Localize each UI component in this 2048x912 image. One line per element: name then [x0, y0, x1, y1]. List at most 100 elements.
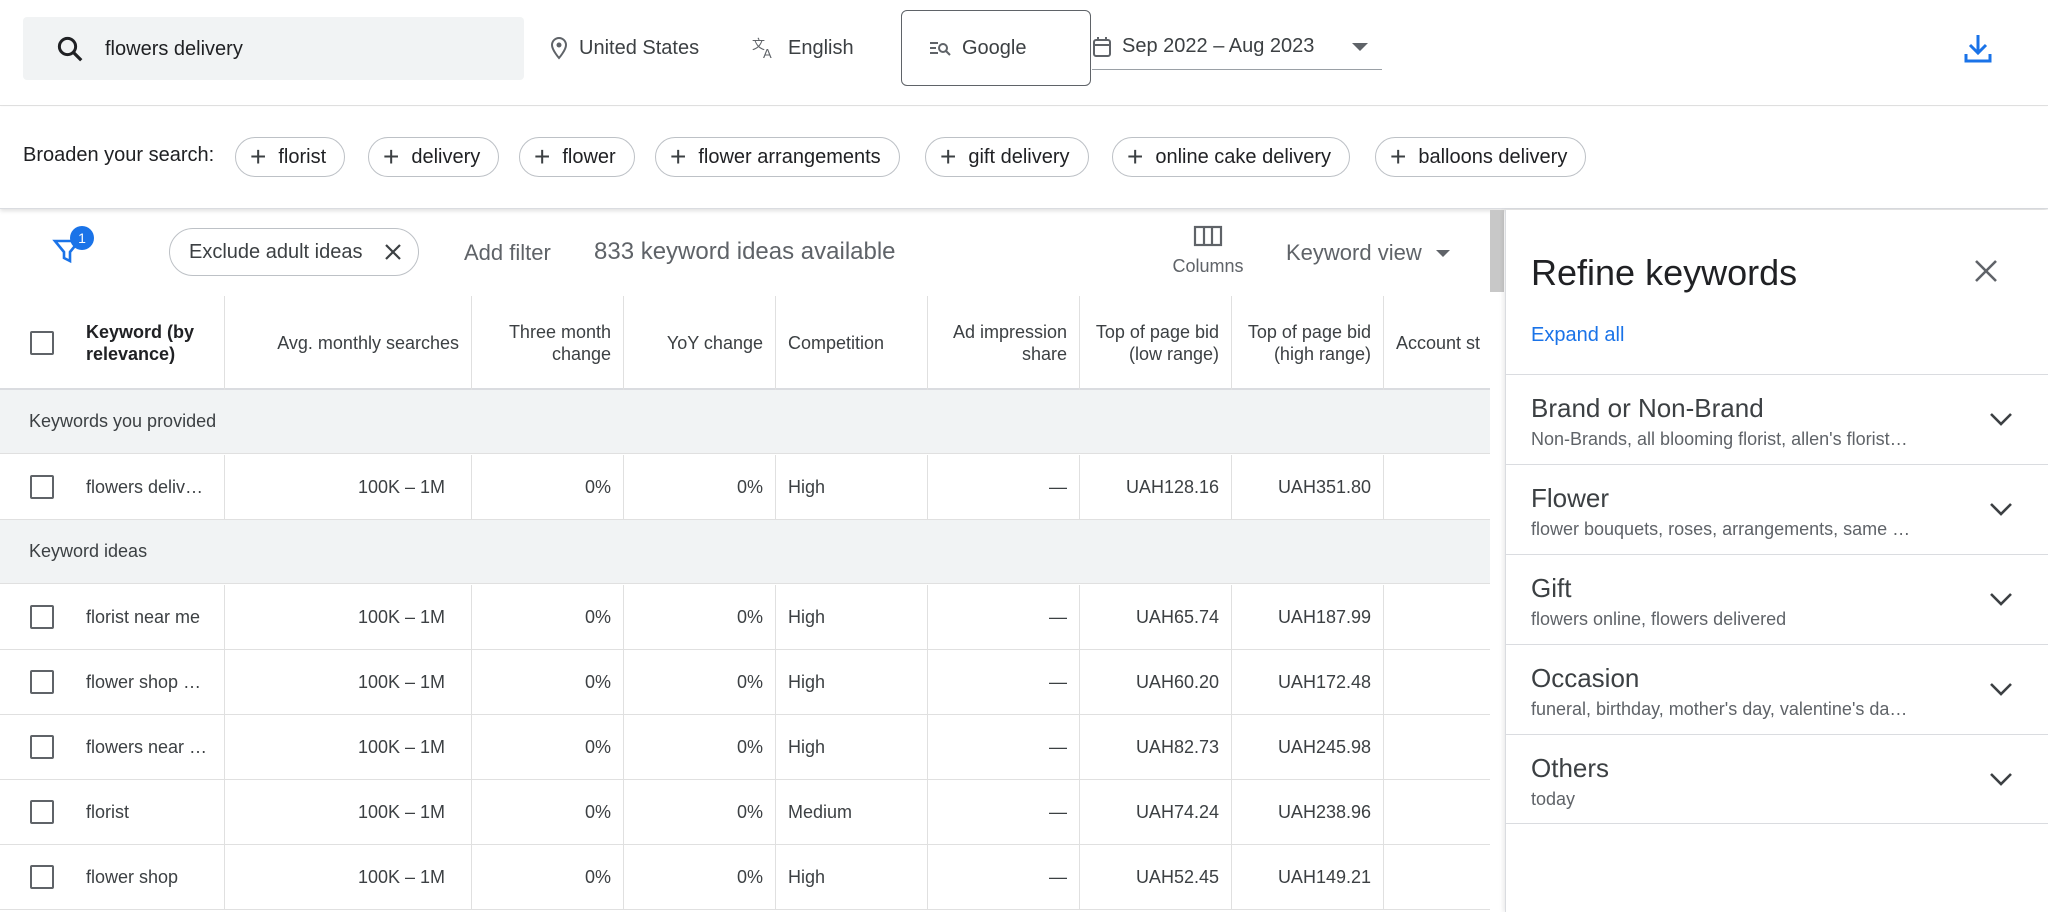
bid-high-cell: UAH149.21 — [1232, 845, 1384, 910]
refine-item-others[interactable]: Others today — [1506, 734, 2048, 824]
row-checkbox[interactable] — [30, 475, 54, 499]
table-row[interactable]: flowers near … 100K – 1M 0% 0% High — UA… — [0, 715, 1490, 780]
broaden-chip[interactable]: + flower — [519, 137, 635, 177]
add-filter-button[interactable]: Add filter — [464, 240, 551, 266]
keyword-cell: flowers near … — [74, 715, 225, 780]
keyword-view-selector[interactable]: Keyword view — [1286, 240, 1450, 266]
avg-cell: 100K – 1M — [225, 715, 472, 780]
row-checkbox[interactable] — [30, 800, 54, 824]
col-three-month[interactable]: Three month change — [472, 296, 624, 390]
keywords-table: Keyword (by relevance) Avg. monthly sear… — [0, 296, 1490, 912]
broaden-chip[interactable]: + flower arrangements — [655, 137, 900, 177]
competition-cell: High — [776, 455, 928, 520]
plus-icon: + — [383, 141, 400, 172]
three-month-cell: 0% — [472, 845, 624, 910]
competition-cell: High — [776, 715, 928, 780]
refine-item-occasion[interactable]: Occasion funeral, birthday, mother's day… — [1506, 644, 2048, 734]
bid-high-cell: UAH238.96 — [1232, 780, 1384, 845]
search-icon — [57, 36, 83, 62]
refine-item-desc: Non-Brands, all blooming florist, allen'… — [1531, 429, 1908, 449]
bid-high-cell: UAH172.48 — [1232, 650, 1384, 715]
row-checkbox[interactable] — [30, 865, 54, 889]
refine-item-desc: flowers online, flowers delivered — [1531, 609, 1787, 629]
search-box[interactable] — [23, 17, 524, 80]
row-checkbox[interactable] — [30, 735, 54, 759]
broaden-chip[interactable]: + balloons delivery — [1375, 137, 1587, 177]
bid-low-cell: UAH52.45 — [1080, 845, 1232, 910]
select-all-checkbox[interactable] — [30, 331, 54, 355]
refine-item-desc: today — [1531, 789, 1576, 809]
keyword-cell: flower shop … — [74, 650, 225, 715]
search-input[interactable] — [105, 31, 505, 67]
refine-item-name: Gift — [1531, 573, 1572, 603]
broaden-label: Broaden your search: — [23, 144, 215, 166]
table-row[interactable]: flower shop 100K – 1M 0% 0% High — UAH52… — [0, 845, 1490, 910]
keyword-cell: flowers deliv… — [74, 455, 225, 520]
keyword-cell: florist — [74, 780, 225, 845]
table-scrollbar[interactable] — [1490, 210, 1504, 292]
bid-low-cell: UAH82.73 — [1080, 715, 1232, 780]
expand-all-link[interactable]: Expand all — [1531, 324, 1624, 347]
refine-keywords-panel: Refine keywords Expand all Brand or Non-… — [1505, 210, 2048, 912]
language-label: English — [788, 36, 854, 59]
ad-share-cell: — — [928, 845, 1080, 910]
bid-high-cell: UAH187.99 — [1232, 585, 1384, 650]
filter-count-badge: 1 — [70, 226, 94, 250]
col-bid-low[interactable]: Top of page bid (low range) — [1080, 296, 1232, 390]
col-competition[interactable]: Competition — [776, 296, 928, 390]
row-checkbox[interactable] — [30, 670, 54, 694]
network-selector[interactable]: Google — [901, 10, 1091, 86]
refine-item-flower[interactable]: Flower flower bouquets, roses, arrangeme… — [1506, 464, 2048, 554]
yoy-cell: 0% — [624, 455, 776, 520]
top-bar: United States 文A English Google Sep 2022… — [0, 0, 2048, 106]
group-header-ideas: Keyword ideas — [0, 520, 1490, 584]
col-yoy[interactable]: YoY change — [624, 296, 776, 390]
broaden-chip[interactable]: + florist — [235, 137, 346, 177]
table-row[interactable]: florist near me 100K – 1M 0% 0% High — U… — [0, 585, 1490, 650]
refine-item-gift[interactable]: Gift flowers online, flowers delivered — [1506, 554, 2048, 644]
location-pin-icon — [550, 36, 568, 60]
ad-share-cell: — — [928, 650, 1080, 715]
close-icon[interactable] — [1973, 258, 1999, 284]
three-month-cell: 0% — [472, 715, 624, 780]
row-checkbox[interactable] — [30, 605, 54, 629]
refine-item-name: Others — [1531, 753, 1610, 783]
three-month-cell: 0% — [472, 585, 624, 650]
competition-cell: High — [776, 650, 928, 715]
chevron-down-icon — [1990, 683, 2012, 696]
ad-share-cell: — — [928, 455, 1080, 520]
broaden-chip[interactable]: + gift delivery — [925, 137, 1089, 177]
broaden-chip[interactable]: + online cake delivery — [1112, 137, 1351, 177]
svg-text:A: A — [763, 46, 772, 60]
yoy-cell: 0% — [624, 780, 776, 845]
table-row[interactable]: flower shop … 100K – 1M 0% 0% High — UAH… — [0, 650, 1490, 715]
three-month-cell: 0% — [472, 455, 624, 520]
refine-item-brand[interactable]: Brand or Non-Brand Non-Brands, all bloom… — [1506, 374, 2048, 464]
bid-low-cell: UAH128.16 — [1080, 455, 1232, 520]
ad-share-cell: — — [928, 585, 1080, 650]
table-row[interactable]: flowers deliv… 100K – 1M 0% 0% High — UA… — [0, 455, 1490, 520]
col-account-status[interactable]: Account st — [1384, 296, 1490, 390]
plus-icon: + — [1390, 141, 1407, 172]
location-label: United States — [579, 36, 700, 59]
plus-icon: + — [250, 141, 267, 172]
plus-icon: + — [1127, 141, 1144, 172]
exclude-adult-chip[interactable]: Exclude adult ideas — [169, 228, 419, 276]
date-range-selector[interactable]: Sep 2022 – Aug 2023 — [1092, 24, 1382, 70]
col-bid-high[interactable]: Top of page bid (high range) — [1232, 296, 1384, 390]
language-selector[interactable]: 文A English — [752, 28, 854, 68]
col-ad-share[interactable]: Ad impression share — [928, 296, 1080, 390]
refine-item-name: Flower — [1531, 483, 1610, 513]
keyword-view-label: Keyword view — [1286, 240, 1422, 265]
location-selector[interactable]: United States — [549, 28, 699, 68]
filter-bar: 1 Exclude adult ideas Add filter 833 key… — [0, 210, 1490, 296]
columns-button[interactable]: Columns — [1163, 224, 1253, 290]
close-icon[interactable] — [382, 241, 404, 263]
col-keyword[interactable]: Keyword (by relevance) — [0, 296, 225, 390]
download-icon[interactable] — [1963, 32, 1993, 64]
table-row[interactable]: florist 100K – 1M 0% 0% Medium — UAH74.2… — [0, 780, 1490, 845]
plus-icon: + — [940, 141, 957, 172]
yoy-cell: 0% — [624, 715, 776, 780]
col-avg-searches[interactable]: Avg. monthly searches — [225, 296, 472, 390]
broaden-chip[interactable]: + delivery — [368, 137, 500, 177]
